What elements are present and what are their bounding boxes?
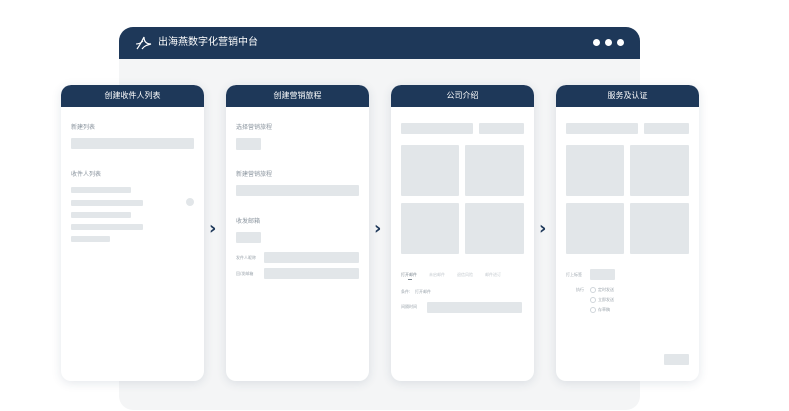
swallow-logo-icon: [135, 36, 152, 50]
image-placeholder: [401, 203, 459, 254]
card-recipient-list: 创建收件人列表 新建列表 收件人列表: [61, 85, 204, 381]
placeholder-bar: [401, 123, 473, 134]
sender-name-input[interactable]: [264, 252, 359, 263]
new-list-input[interactable]: [71, 138, 194, 149]
new-list-label: 新建列表: [71, 124, 96, 131]
image-placeholder: [566, 145, 624, 196]
new-journey-input[interactable]: [236, 185, 359, 196]
radio-immediate[interactable]: [590, 297, 596, 303]
list-item[interactable]: [71, 236, 110, 242]
list-item[interactable]: [71, 224, 143, 230]
radio-draft[interactable]: [590, 307, 596, 313]
window-menu-button[interactable]: [593, 39, 624, 46]
list-toggle-icon[interactable]: [186, 198, 194, 206]
list-item[interactable]: [71, 212, 131, 218]
chevron-right-icon: ›: [209, 218, 217, 239]
image-placeholder: [465, 145, 524, 196]
recipient-list-label: 收件人列表: [71, 171, 102, 178]
app-title: 出海燕数字化营销中台: [158, 37, 258, 48]
card-header: 创建收件人列表: [61, 85, 204, 107]
tag-label: 打上标签: [566, 272, 582, 277]
card-header: 公司介绍: [391, 85, 534, 107]
card-header: 创建营销旅程: [226, 85, 369, 107]
reply-mailbox-label: 回/发邮箱: [236, 271, 254, 276]
tag-dropdown[interactable]: [590, 269, 615, 280]
sender-name-label: 发件人昵称: [236, 255, 256, 260]
card-header: 服务及认证: [556, 85, 699, 107]
tab-bounce-risk[interactable]: 退信风险: [457, 272, 473, 278]
image-placeholder: [566, 203, 624, 254]
list-item[interactable]: [71, 187, 131, 193]
option-scheduled[interactable]: 定时发送: [598, 287, 614, 293]
mailbox-dropdown[interactable]: [236, 232, 261, 243]
card-marketing-journey: 创建营销旅程 选择营销旅程 新建营销旅程 收发邮箱 发件人昵称 回/发邮箱: [226, 85, 369, 381]
mailbox-label: 收发邮箱: [236, 218, 261, 225]
interval-input[interactable]: [427, 302, 522, 313]
condition-label: 条件:: [401, 289, 411, 294]
dot-icon: [605, 39, 612, 46]
card-company-intro: 公司介绍 打开邮件 未启邮件 退信风险 邮件进订 条件: 打开邮件 间隔时间: [391, 85, 534, 381]
option-immediate[interactable]: 立即发送: [598, 297, 614, 303]
tab-open-email[interactable]: 打开邮件: [401, 272, 417, 278]
radio-scheduled[interactable]: [590, 287, 596, 293]
new-journey-label: 新建营销旅程: [236, 171, 273, 178]
tab-underline: [408, 279, 412, 280]
execute-label: 执行: [576, 287, 584, 292]
placeholder-bar: [644, 123, 689, 134]
image-placeholder: [630, 203, 689, 254]
select-journey-label: 选择营销旅程: [236, 124, 273, 131]
image-placeholder: [465, 203, 524, 254]
list-item[interactable]: [71, 200, 143, 206]
condition-value: 打开邮件: [415, 289, 431, 294]
tab-email-subscribe[interactable]: 邮件进订: [485, 272, 501, 278]
option-draft[interactable]: 存草稿: [598, 307, 610, 313]
dot-icon: [617, 39, 624, 46]
image-placeholder: [630, 145, 689, 196]
card-service-certification: 服务及认证 打上标签 执行 定时发送 立即发送 存草稿: [556, 85, 699, 381]
submit-button[interactable]: [664, 354, 689, 365]
select-journey-dropdown[interactable]: [236, 138, 261, 150]
tab-unopened-email[interactable]: 未启邮件: [429, 272, 445, 278]
interval-label: 间隔时间: [401, 304, 417, 309]
dot-icon: [593, 39, 600, 46]
image-placeholder: [401, 145, 459, 196]
reply-mailbox-input[interactable]: [264, 268, 359, 279]
placeholder-bar: [566, 123, 638, 134]
chevron-right-icon: ›: [539, 218, 547, 239]
chevron-right-icon: ›: [374, 218, 382, 239]
placeholder-bar: [479, 123, 524, 134]
title-bar: 出海燕数字化营销中台: [119, 27, 640, 59]
